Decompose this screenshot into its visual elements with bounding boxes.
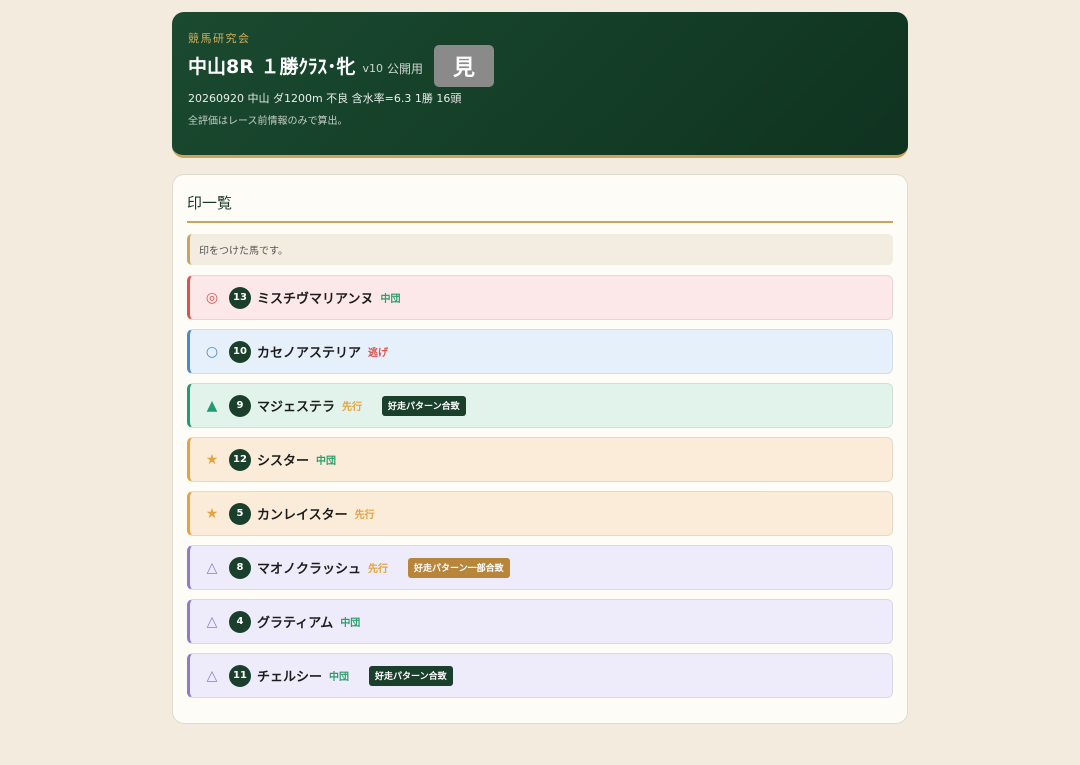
horse-row[interactable]: △ 4 グラティアム 中団 [187,599,893,644]
horse-row[interactable]: △ 8 マオノクラッシュ 先行 好走パターン一部合致 [187,545,893,590]
view-button[interactable]: 見 [434,45,494,87]
horse-name: マジェステラ [257,400,336,415]
horse-list: ◎ 13 ミスチヴマリアンヌ 中団 ○ 10 カセノアステリア 逃げ ▲ 9 マ… [187,275,893,698]
horse-number-badge: 11 [229,664,251,687]
horse-number-badge: 4 [229,610,251,633]
mark-symbol: △ [206,559,218,576]
running-style: 先行 [342,402,363,413]
horse-name: カセノアステリア [257,346,362,361]
horse-name: シスター [257,454,310,469]
site-name: 競馬研究会 [188,32,251,45]
horse-row[interactable]: ★ 5 カンレイスター 先行 [187,491,893,536]
horse-row[interactable]: △ 11 チェルシー 中団 好走パターン合致 [187,653,893,698]
running-style: 中団 [340,618,361,629]
running-style: 中団 [316,456,337,467]
horse-name: グラティアム [257,616,334,631]
horse-number-badge: 9 [229,394,251,417]
mark-symbol: △ [206,613,218,630]
race-title: 中山8R １勝ｸﾗｽ･牝 [188,56,356,78]
pattern-tag: 好走パターン一部合致 [408,557,510,578]
visibility-label: 公開用 [386,62,423,76]
marks-card: 印一覧 印をつけた馬です。 ◎ 13 ミスチヴマリアンヌ 中団 ○ 10 カセノ… [172,174,908,724]
horse-name: カンレイスター [257,508,348,523]
mark-symbol: ★ [205,505,219,522]
page-container: 競馬研究会 中山8R １勝ｸﾗｽ･牝 v10 公開用 見 20260920 中山… [172,12,908,724]
running-style: 中団 [329,672,350,683]
running-style: 逃げ [368,348,389,359]
title-row: 中山8R １勝ｸﾗｽ･牝 v10 公開用 見 [188,45,892,87]
running-style: 中団 [380,294,401,305]
pattern-tag: 好走パターン合致 [369,665,453,686]
mark-symbol: ○ [205,343,219,360]
race-header: 競馬研究会 中山8R １勝ｸﾗｽ･牝 v10 公開用 見 20260920 中山… [172,12,908,158]
notice-box: 印をつけた馬です。 [187,234,893,265]
horse-number-badge: 5 [229,502,251,525]
horse-name: チェルシー [257,670,323,685]
mark-symbol: ★ [205,451,219,468]
horse-row[interactable]: ★ 12 シスター 中団 [187,437,893,482]
running-style: 先行 [368,564,389,575]
horse-number-badge: 13 [229,286,251,309]
horse-number-badge: 8 [229,556,251,579]
horse-name: マオノクラッシュ [257,562,362,577]
horse-row[interactable]: ○ 10 カセノアステリア 逃げ [187,329,893,374]
running-style: 先行 [354,510,375,521]
section-title: 印一覧 [187,193,893,223]
race-note: 全評価はレース前情報のみで算出。 [188,116,348,127]
race-info: 20260920 中山 ダ1200m 不良 含水率=6.3 1勝 16頭 [188,92,462,105]
horse-row[interactable]: ▲ 9 マジェステラ 先行 好走パターン合致 [187,383,893,428]
horse-name: ミスチヴマリアンヌ [257,292,374,307]
pattern-tag: 好走パターン合致 [382,395,466,416]
mark-symbol: ▲ [206,397,218,414]
mark-symbol: △ [206,667,218,684]
horse-number-badge: 10 [229,340,251,363]
mark-symbol: ◎ [205,289,219,306]
horse-row[interactable]: ◎ 13 ミスチヴマリアンヌ 中団 [187,275,893,320]
version-label: v10 [362,62,383,75]
horse-number-badge: 12 [229,448,251,471]
